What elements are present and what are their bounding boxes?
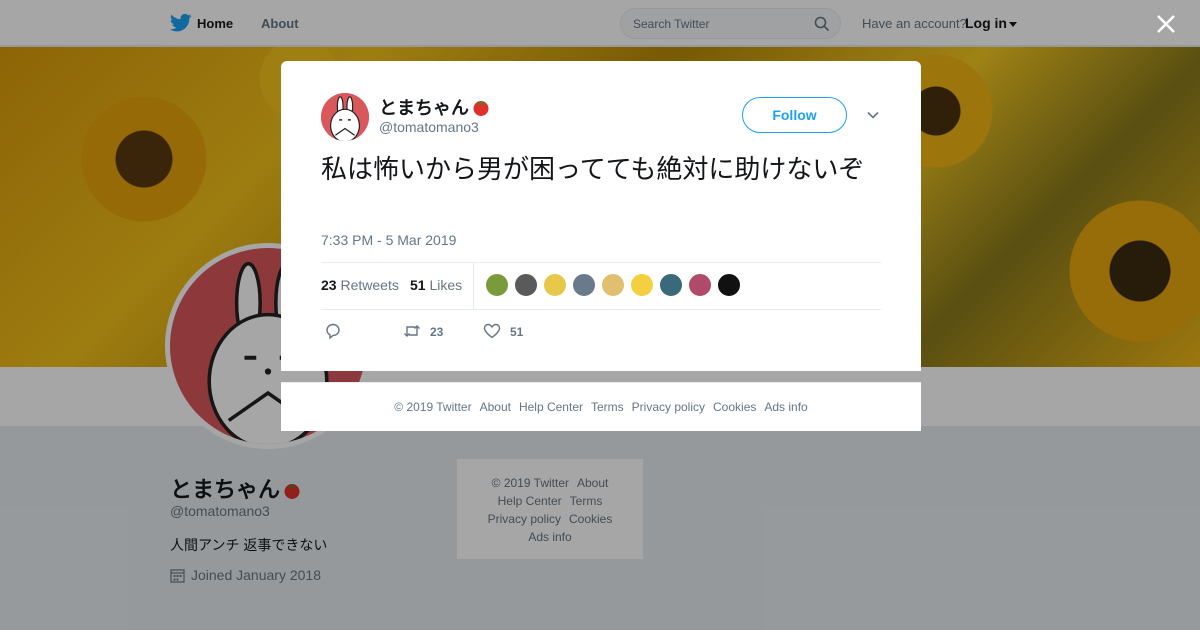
liker-avatar[interactable] [514, 273, 538, 297]
reply-button[interactable] [324, 322, 342, 340]
retweets-count: 23 [321, 277, 337, 293]
liker-avatar[interactable] [717, 273, 741, 297]
tweet-text: 私は怖いから男が困ってても絶対に助けないぞ [321, 154, 865, 184]
tweet-author-handle[interactable]: @tomatomano3 [379, 119, 479, 135]
chevron-down-icon[interactable] [866, 108, 880, 122]
close-icon[interactable] [1154, 12, 1178, 36]
retweet-icon [404, 325, 420, 337]
tweet-author-avatar[interactable] [321, 93, 369, 141]
retweets-label: Retweets [340, 277, 399, 293]
liker-avatar[interactable] [485, 273, 509, 297]
liker-avatar[interactable] [630, 273, 654, 297]
likes-stat[interactable]: 51 Likes [410, 277, 462, 293]
modal-footer-link[interactable]: Ads info [764, 400, 807, 414]
liker-avatar[interactable] [572, 273, 596, 297]
tweet-author-name[interactable]: とまちゃん [379, 94, 491, 120]
rabbit-avatar-icon [321, 93, 369, 141]
modal-footer-link[interactable]: Privacy policy [632, 400, 705, 414]
reply-icon [326, 323, 340, 340]
tweet-author-name-text: とまちゃん [379, 98, 469, 118]
like-count: 51 [510, 325, 524, 339]
divider [321, 262, 881, 263]
tomato-emoji-icon [473, 101, 489, 116]
likes-label: Likes [429, 277, 463, 293]
modal-footer-link[interactable]: Terms [591, 400, 624, 414]
retweet-button[interactable]: 23 [403, 322, 443, 340]
modal-footer-link[interactable]: Help Center [519, 400, 583, 414]
modal-footer: © 2019 Twitter About Help Center Terms Priva… [281, 382, 921, 431]
modal-footer-link[interactable]: About [480, 400, 511, 414]
follow-button[interactable]: Follow [742, 97, 847, 133]
liker-avatar[interactable] [659, 273, 683, 297]
retweet-count: 23 [430, 325, 444, 339]
modal-footer-link: © 2019 Twitter [394, 400, 472, 414]
divider [321, 309, 881, 310]
heart-icon [483, 323, 501, 339]
tweet-timestamp[interactable]: 7:33 PM - 5 Mar 2019 [321, 232, 456, 248]
likes-count: 51 [410, 277, 426, 293]
like-button[interactable]: 51 [483, 322, 523, 340]
liker-avatar[interactable] [601, 273, 625, 297]
liker-avatar[interactable] [688, 273, 712, 297]
retweets-stat[interactable]: 23 Retweets [321, 277, 399, 293]
liker-avatar[interactable] [543, 273, 567, 297]
stats-separator [473, 263, 474, 309]
modal-footer-link[interactable]: Cookies [713, 400, 756, 414]
tweet-modal: とまちゃん @tomatomano3 Follow 私は怖いから男が困ってても絶… [281, 61, 921, 371]
